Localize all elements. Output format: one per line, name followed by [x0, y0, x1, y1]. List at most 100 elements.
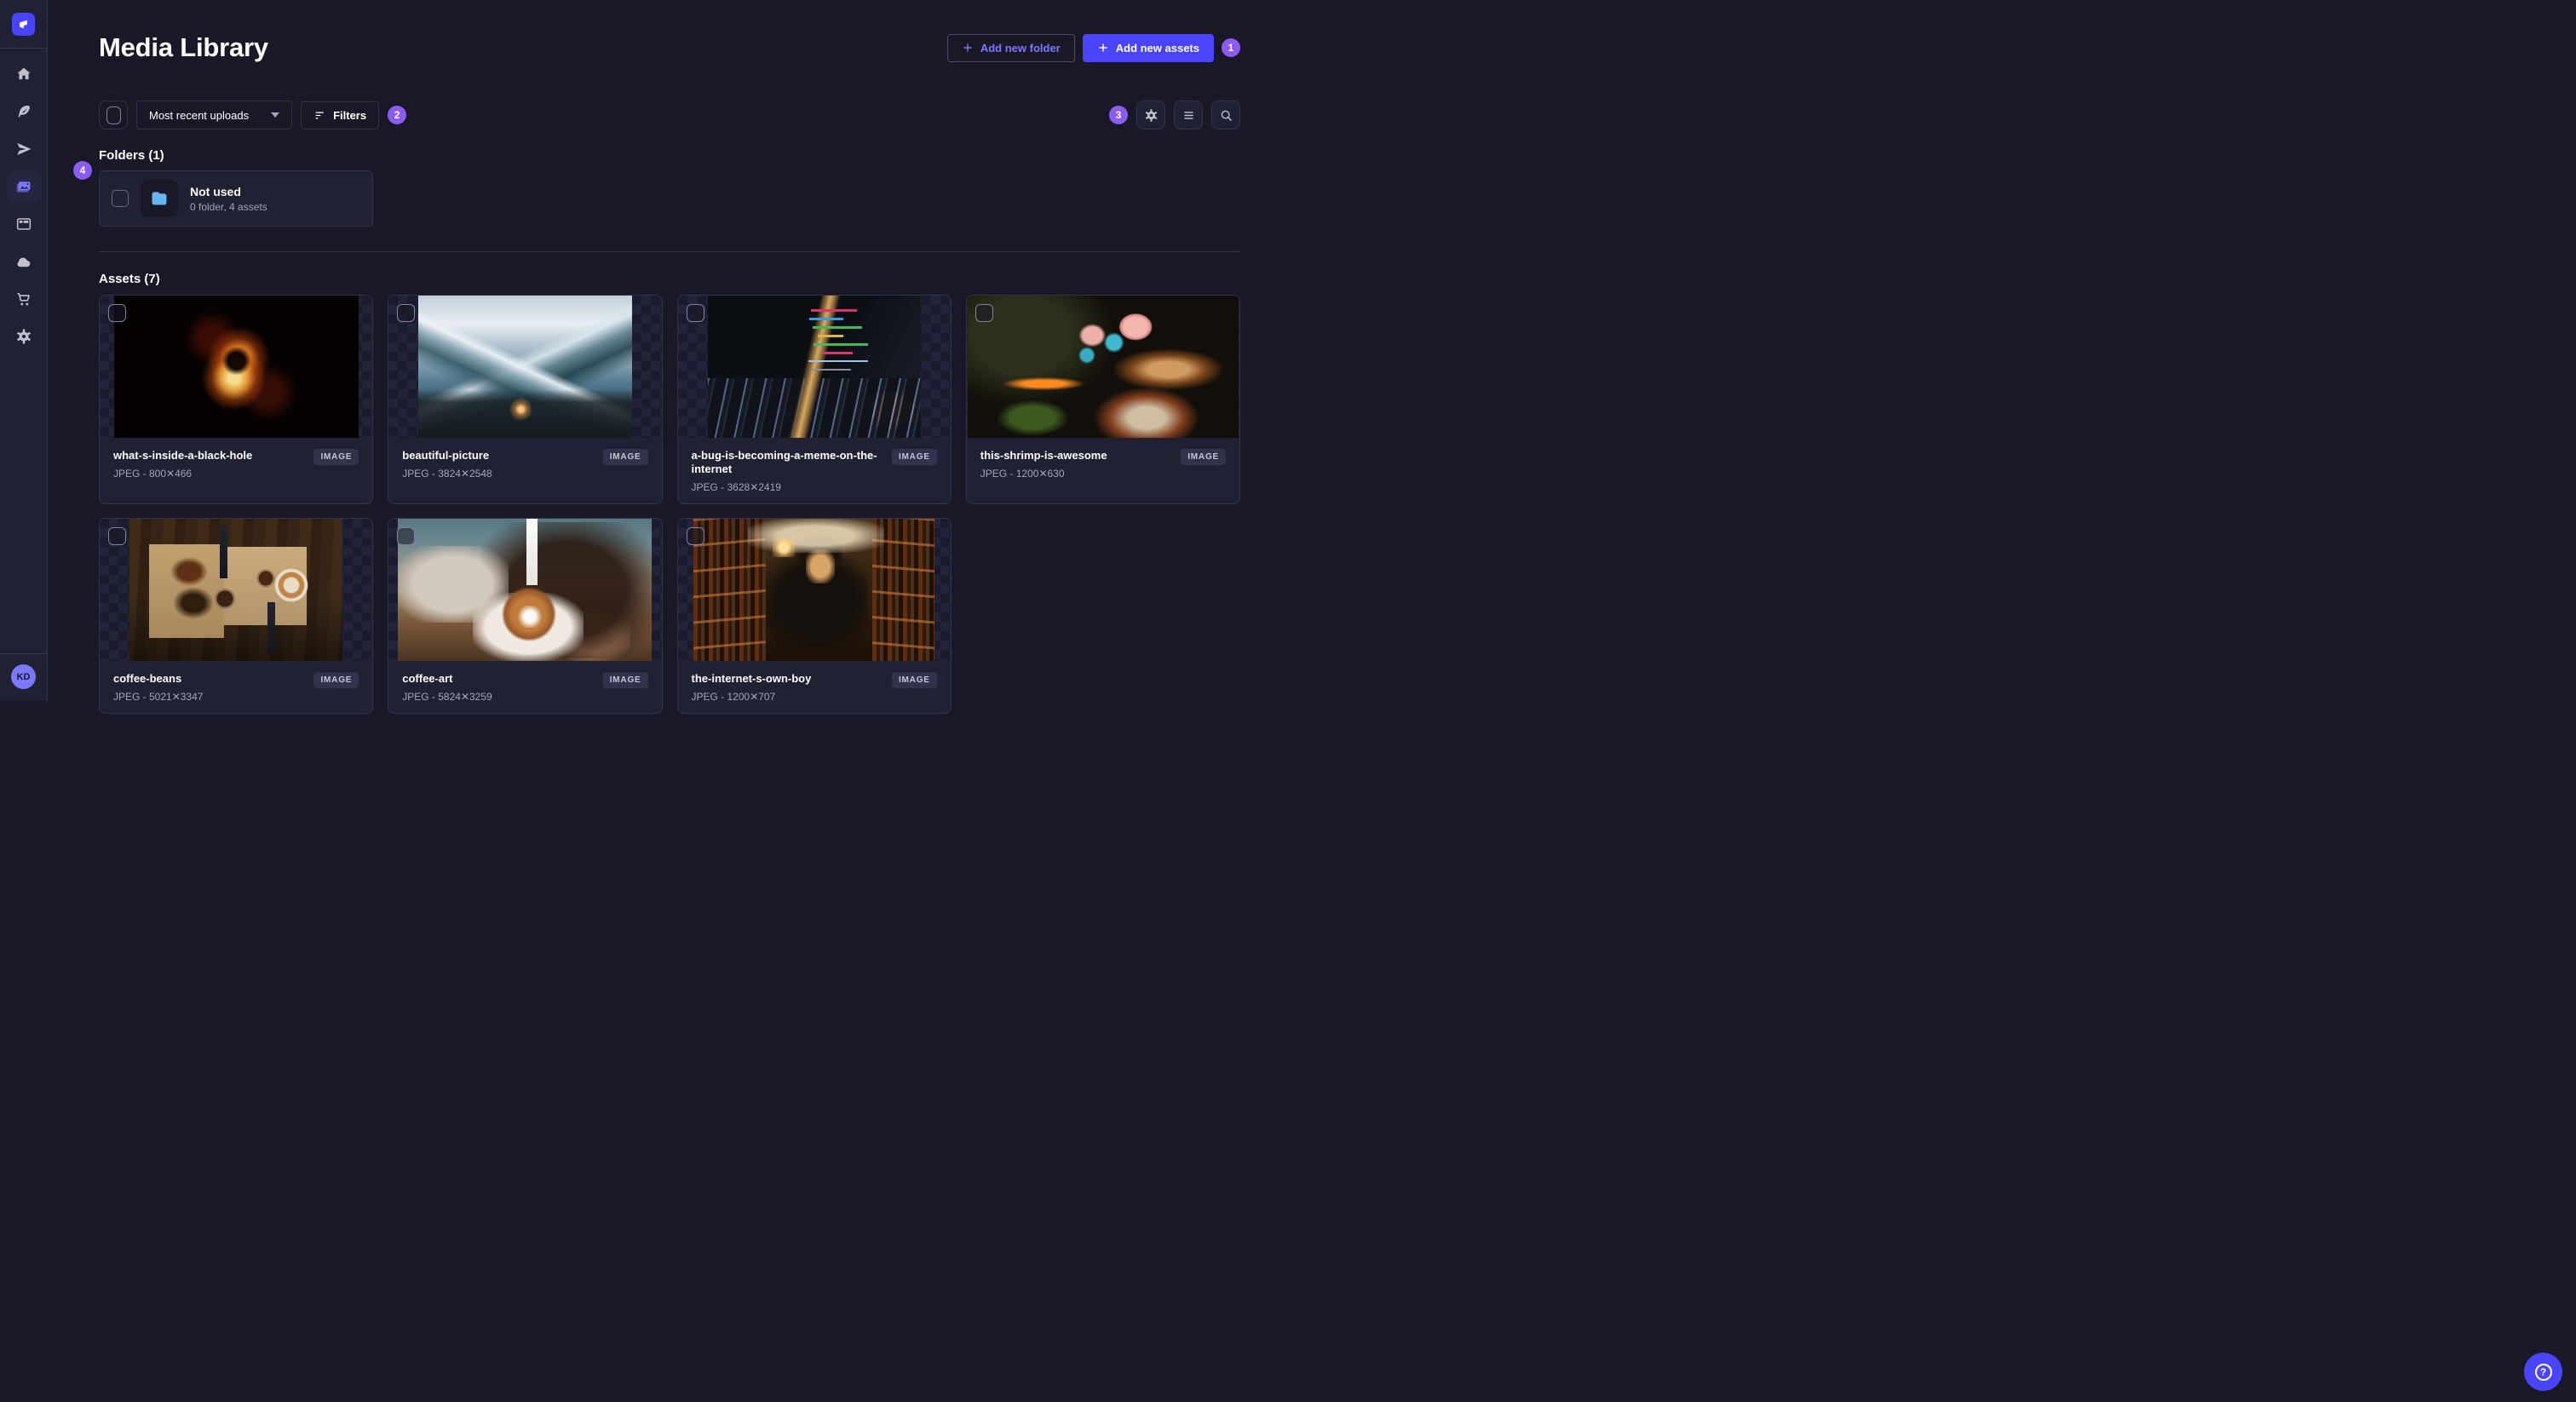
settings-icon: [1145, 108, 1157, 122]
asset-type-badge: IMAGE: [313, 449, 359, 465]
asset-image: [417, 296, 632, 438]
sidebar-item-home[interactable]: [7, 59, 41, 89]
asset-meta: JPEG - 5824✕3259: [402, 691, 492, 703]
asset-image: [707, 296, 921, 438]
asset-checkbox[interactable]: [686, 527, 704, 545]
add-new-folder-label: Add new folder: [980, 41, 1061, 55]
asset-title: what-s-inside-a-black-hole: [113, 449, 253, 462]
asset-image: [398, 519, 653, 661]
list-icon: [1183, 111, 1193, 119]
asset-thumbnail: [677, 519, 951, 661]
logo-mark: [20, 20, 27, 29]
asset-checkbox[interactable]: [686, 304, 704, 322]
view-settings-button[interactable]: [1136, 101, 1165, 129]
folder-icon-tile: [141, 180, 178, 217]
strapi-logo-icon[interactable]: [12, 13, 35, 36]
asset-type-badge: IMAGE: [891, 449, 937, 465]
folder-checkbox[interactable]: [112, 190, 129, 207]
filter-icon: [315, 111, 324, 118]
plus-icon: [963, 43, 972, 52]
sort-dropdown[interactable]: Most recent uploads: [136, 101, 293, 129]
chevron-down-icon: [271, 112, 280, 118]
asset-title: the-internet-s-own-boy: [691, 672, 812, 685]
asset-meta: JPEG - 5021✕3347: [113, 691, 204, 703]
sidebar-item-content-type-builder[interactable]: [7, 209, 41, 239]
asset-card[interactable]: the-internet-s-own-boy JPEG - 1200✕707 I…: [676, 518, 952, 714]
media-library-icon: [16, 181, 31, 192]
assets-grid: what-s-inside-a-black-hole JPEG - 800✕46…: [99, 295, 1240, 714]
asset-meta: JPEG - 1200✕707: [691, 691, 776, 703]
asset-thumbnail: [100, 296, 373, 438]
add-new-assets-label: Add new assets: [1115, 41, 1199, 55]
asset-checkbox[interactable]: [108, 304, 126, 322]
folder-card[interactable]: Not used 0 folder, 4 assets: [99, 170, 373, 227]
step-badge-4: 4: [73, 161, 92, 180]
sidebar-bottom-divider: [0, 653, 48, 654]
asset-meta: JPEG - 800✕466: [113, 468, 193, 480]
asset-image: [967, 296, 1239, 438]
folders-heading: Folders (1): [99, 148, 164, 163]
select-all-checkbox-inner[interactable]: [106, 106, 121, 124]
asset-checkbox[interactable]: [397, 304, 416, 322]
step-badge-1: 1: [1222, 38, 1240, 57]
asset-card[interactable]: coffee-beans JPEG - 5021✕3347 IMAGE: [99, 518, 374, 714]
feather-icon: [18, 106, 30, 118]
home-icon: [17, 67, 30, 80]
asset-title: coffee-art: [402, 672, 453, 685]
asset-image: [693, 519, 935, 661]
folder-icon: [152, 192, 167, 205]
cloud-icon: [17, 257, 31, 267]
asset-meta: JPEG - 3628✕2419: [691, 481, 781, 493]
avatar[interactable]: KD: [11, 664, 36, 689]
section-divider: [99, 251, 1240, 252]
sort-dropdown-value: Most recent uploads: [149, 108, 250, 122]
add-new-folder-button[interactable]: Add new folder: [946, 33, 1075, 62]
asset-card[interactable]: coffee-art JPEG - 5824✕3259 IMAGE: [388, 518, 663, 714]
asset-type-badge: IMAGE: [602, 449, 648, 465]
asset-card[interactable]: a-bug-is-becoming-a-meme-on-the-internet…: [676, 295, 952, 504]
main-content: Media Library Add new folder Add new ass…: [48, 0, 1288, 714]
asset-meta: JPEG - 1200✕630: [980, 468, 1065, 480]
folders-section: 4 Folders (1) Not used 0 folder, 4 asset…: [73, 148, 1240, 227]
sidebar-item-content[interactable]: [7, 96, 41, 127]
search-button[interactable]: [1211, 101, 1240, 129]
add-new-assets-button[interactable]: Add new assets: [1082, 33, 1214, 62]
asset-checkbox[interactable]: [108, 527, 126, 545]
asset-thumbnail: [388, 519, 662, 661]
asset-checkbox[interactable]: [975, 304, 993, 322]
asset-card[interactable]: this-shrimp-is-awesome JPEG - 1200✕630 I…: [965, 295, 1240, 504]
asset-meta: JPEG - 3824✕2548: [402, 468, 492, 480]
settings-gear-icon: [16, 329, 31, 344]
filters-button[interactable]: Filters: [301, 101, 380, 129]
sidebar-divider: [0, 48, 48, 49]
asset-type-badge: IMAGE: [1181, 449, 1226, 465]
sidebar-item-releases[interactable]: [7, 134, 41, 164]
sidebar-item-settings[interactable]: [7, 321, 41, 352]
page-title: Media Library: [99, 32, 268, 62]
search-icon: [1221, 110, 1232, 121]
list-view-button[interactable]: [1174, 101, 1203, 129]
asset-card[interactable]: beautiful-picture JPEG - 3824✕2548 IMAGE: [388, 295, 663, 504]
asset-title: this-shrimp-is-awesome: [980, 449, 1107, 462]
sidebar-item-media-library[interactable]: [6, 171, 41, 202]
asset-image: [113, 296, 359, 438]
asset-type-badge: IMAGE: [891, 672, 937, 688]
sidebar-item-marketplace[interactable]: [7, 284, 41, 314]
asset-thumbnail: [388, 296, 662, 438]
sidebar: KD: [0, 0, 48, 701]
asset-checkbox[interactable]: [397, 527, 416, 545]
select-all-checkbox[interactable]: [99, 101, 128, 129]
asset-thumbnail: [677, 296, 951, 438]
asset-type-badge: IMAGE: [602, 672, 648, 688]
sidebar-item-deploy[interactable]: [7, 246, 41, 277]
asset-thumbnail: [966, 296, 1239, 438]
step-badge-2: 2: [388, 106, 407, 124]
assets-section: Assets (7) what-s-inside-a-black-hole JP…: [99, 272, 1240, 714]
folder-name: Not used: [190, 184, 241, 198]
asset-thumbnail: [100, 519, 373, 661]
layout-icon: [16, 218, 31, 230]
help-button[interactable]: ?: [2524, 1353, 2562, 1391]
asset-title: coffee-beans: [113, 672, 182, 685]
asset-card[interactable]: what-s-inside-a-black-hole JPEG - 800✕46…: [99, 295, 374, 504]
folder-meta: 0 folder, 4 assets: [190, 200, 267, 213]
